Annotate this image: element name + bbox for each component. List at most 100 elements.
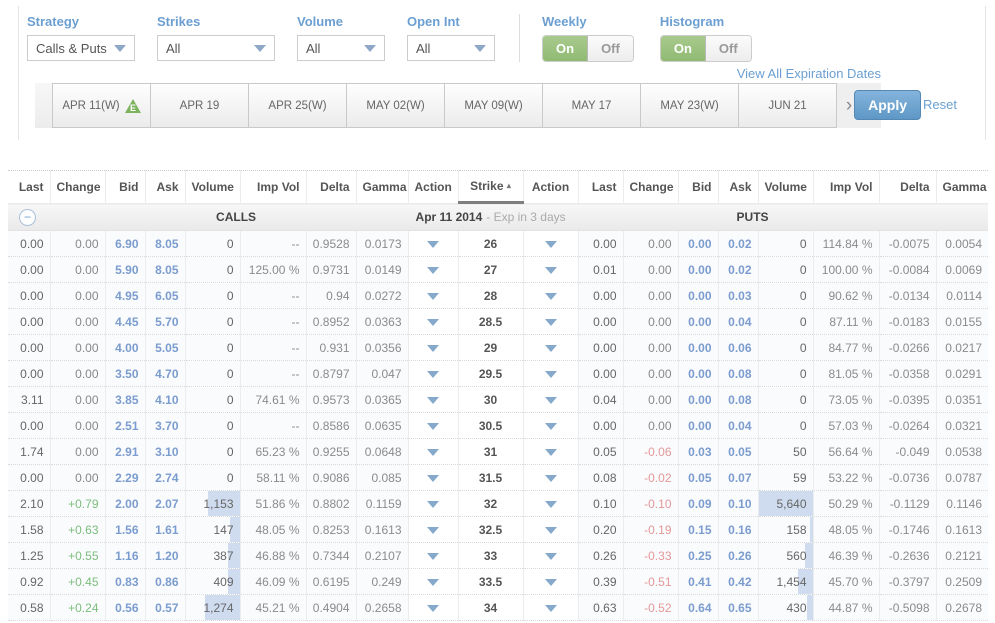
call-action-dropdown[interactable] [408,569,458,595]
strikes-select[interactable]: All [157,35,275,61]
call-action-dropdown[interactable] [408,231,458,257]
col-call-bid[interactable]: Bid [105,171,145,203]
strike-cell: 29.5 [458,361,523,387]
put-delta: -0.2636 [879,543,936,569]
option-row: 1.58 +0.63 1.56 1.61 147 48.05 % 0.8253 … [8,517,988,543]
col-put-action[interactable]: Action [523,171,578,203]
call-last: 0.00 [8,231,50,257]
call-action-dropdown[interactable] [408,465,458,491]
put-bid: 0.00 [678,413,718,439]
put-action-dropdown[interactable] [523,387,578,413]
call-action-dropdown[interactable] [408,543,458,569]
call-action-dropdown[interactable] [408,309,458,335]
put-action-dropdown[interactable] [523,335,578,361]
call-ask: 6.05 [145,283,185,309]
strategy-select[interactable]: Calls & Puts [27,35,135,61]
chevron-down-icon [545,579,557,586]
call-action-dropdown[interactable] [408,595,458,621]
col-call-ask[interactable]: Ask [145,171,185,203]
apply-button[interactable]: Apply [854,90,921,120]
col-call-volume[interactable]: Volume [185,171,240,203]
call-last: 0.92 [8,569,50,595]
expiration-tab[interactable]: MAY 09(W) [444,83,543,128]
put-action-dropdown[interactable] [523,283,578,309]
call-action-dropdown[interactable] [408,335,458,361]
call-bid: 1.56 [105,517,145,543]
col-put-gamma[interactable]: Gamma [936,171,988,203]
weekly-on-button[interactable]: On [543,36,588,61]
put-change: -0.33 [623,543,678,569]
put-gamma: 0.2509 [936,569,988,595]
expiration-tab[interactable]: MAY 02(W) [346,83,445,128]
col-put-volume[interactable]: Volume [758,171,813,203]
col-call-gamma[interactable]: Gamma [356,171,408,203]
chevron-down-icon [427,501,439,508]
col-put-ask[interactable]: Ask [718,171,758,203]
volume-select[interactable]: All [297,35,385,61]
put-ask: 0.04 [718,309,758,335]
call-action-dropdown[interactable] [408,517,458,543]
call-change: +0.24 [50,595,105,621]
col-strike[interactable]: Strike ▴ [458,171,523,203]
put-last: 0.00 [578,309,623,335]
put-action-dropdown[interactable] [523,517,578,543]
call-bid: 2.91 [105,439,145,465]
col-call-action[interactable]: Action [408,171,458,203]
col-call-last[interactable]: Last [8,171,50,203]
expiration-tab[interactable]: APR 19 [150,83,249,128]
put-action-dropdown[interactable] [523,491,578,517]
col-put-delta[interactable]: Delta [879,171,936,203]
histogram-off-button[interactable]: Off [706,36,751,61]
expiration-tab[interactable]: JUN 21 [738,83,837,128]
put-action-dropdown[interactable] [523,413,578,439]
weekly-off-button[interactable]: Off [588,36,633,61]
call-action-dropdown[interactable] [408,439,458,465]
collapse-button[interactable]: − [19,209,36,226]
col-put-imp-vol[interactable]: Imp Vol [813,171,879,203]
option-row: 2.10 +0.79 2.00 2.07 1,153 51.86 % 0.880… [8,491,988,517]
put-delta: -0.0075 [879,231,936,257]
expiration-tab[interactable]: MAY 23(W) [640,83,739,128]
put-bid: 0.03 [678,439,718,465]
call-bid: 4.00 [105,335,145,361]
call-action-dropdown[interactable] [408,283,458,309]
col-put-last[interactable]: Last [578,171,623,203]
col-call-imp-vol[interactable]: Imp Vol [240,171,306,203]
put-last: 0.26 [578,543,623,569]
histogram-on-button[interactable]: On [661,36,706,61]
call-action-dropdown[interactable] [408,257,458,283]
strike-cell: 28 [458,283,523,309]
chevron-down-icon [474,45,486,52]
put-action-dropdown[interactable] [523,595,578,621]
open-int-select[interactable]: All [407,35,495,61]
put-gamma: 0.0217 [936,335,988,361]
expiration-tab[interactable]: APR 25(W) [248,83,347,128]
put-action-dropdown[interactable] [523,309,578,335]
call-action-dropdown[interactable] [408,361,458,387]
col-put-change[interactable]: Change [623,171,678,203]
put-volume: 430 [758,595,813,621]
call-action-dropdown[interactable] [408,491,458,517]
view-all-expirations-link[interactable]: View All Expiration Dates [737,66,881,81]
call-volume: 0 [185,257,240,283]
col-call-delta[interactable]: Delta [306,171,356,203]
put-imp-vol: 114.84 % [813,231,879,257]
put-action-dropdown[interactable] [523,465,578,491]
col-put-bid[interactable]: Bid [678,171,718,203]
put-action-dropdown[interactable] [523,257,578,283]
put-volume: 50 [758,439,813,465]
put-action-dropdown[interactable] [523,543,578,569]
put-action-dropdown[interactable] [523,231,578,257]
call-action-dropdown[interactable] [408,387,458,413]
put-action-dropdown[interactable] [523,361,578,387]
call-ask: 4.10 [145,387,185,413]
put-last: 0.05 [578,439,623,465]
expiration-tab[interactable]: APR 11(W) E [52,83,151,128]
put-action-dropdown[interactable] [523,439,578,465]
reset-link[interactable]: Reset [923,97,957,112]
col-call-change[interactable]: Change [50,171,105,203]
put-last: 0.00 [578,231,623,257]
expiration-tab[interactable]: MAY 17 [542,83,641,128]
call-action-dropdown[interactable] [408,413,458,439]
put-action-dropdown[interactable] [523,569,578,595]
